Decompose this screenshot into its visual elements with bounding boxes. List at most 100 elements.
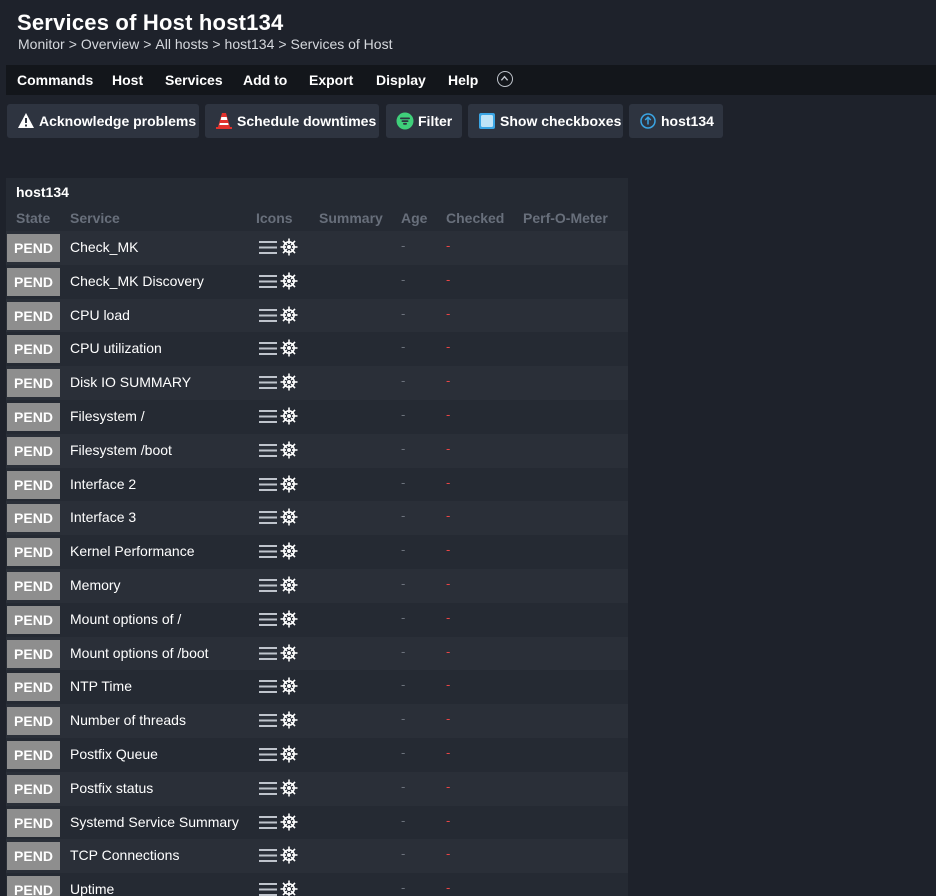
helm-wheel-icon[interactable] — [280, 711, 298, 734]
service-name-link[interactable]: Mount options of /boot — [70, 645, 209, 661]
breadcrumb-all-hosts[interactable]: All hosts — [155, 36, 208, 52]
state-badge[interactable]: PEND — [7, 470, 60, 499]
action-menu-icon[interactable] — [259, 375, 277, 395]
action-menu-icon[interactable] — [259, 477, 277, 497]
filter-button[interactable]: Filter — [386, 104, 462, 138]
table-row[interactable]: PEND Check_MK Discovery - - — [6, 265, 628, 299]
service-name-link[interactable]: Filesystem / — [70, 408, 145, 424]
table-row[interactable]: PEND Mount options of /boot - - — [6, 636, 628, 671]
service-name-link[interactable]: Kernel Performance — [70, 543, 195, 559]
service-name-link[interactable]: Memory — [70, 577, 121, 593]
state-badge[interactable]: PEND — [7, 808, 60, 837]
state-badge[interactable]: PEND — [7, 842, 60, 871]
table-row[interactable]: PEND Mount options of / - - — [6, 603, 628, 637]
helm-wheel-icon[interactable] — [280, 441, 298, 464]
action-menu-icon[interactable] — [259, 409, 277, 429]
column-age[interactable]: Age — [401, 210, 427, 226]
service-name-link[interactable]: Disk IO SUMMARY — [70, 374, 191, 390]
action-menu-icon[interactable] — [259, 612, 277, 632]
table-row[interactable]: PEND CPU load - - — [6, 298, 628, 333]
service-name-link[interactable]: Postfix status — [70, 780, 153, 796]
breadcrumb-monitor[interactable]: Monitor — [18, 36, 65, 52]
helm-wheel-icon[interactable] — [280, 644, 298, 667]
helm-wheel-icon[interactable] — [280, 475, 298, 498]
breadcrumb-host[interactable]: host134 — [225, 36, 275, 52]
service-name-link[interactable]: Postfix Queue — [70, 746, 158, 762]
service-name-link[interactable]: Number of threads — [70, 712, 186, 728]
acknowledge-problems-button[interactable]: Acknowledge problems — [7, 104, 199, 138]
table-row[interactable]: PEND Postfix status - - — [6, 771, 628, 806]
helm-wheel-icon[interactable] — [280, 610, 298, 633]
service-name-link[interactable]: Systemd Service Summary — [70, 814, 239, 830]
helm-wheel-icon[interactable] — [280, 407, 298, 430]
action-menu-icon[interactable] — [259, 747, 277, 767]
show-checkboxes-button[interactable]: Show checkboxes — [468, 104, 623, 138]
action-menu-icon[interactable] — [259, 544, 277, 564]
service-name-link[interactable]: Mount options of / — [70, 611, 181, 627]
action-menu-icon[interactable] — [259, 848, 277, 868]
service-name-link[interactable]: CPU utilization — [70, 340, 162, 356]
helm-wheel-icon[interactable] — [280, 339, 298, 362]
table-row[interactable]: PEND Memory - - — [6, 568, 628, 603]
helm-wheel-icon[interactable] — [280, 779, 298, 802]
helm-wheel-icon[interactable] — [280, 846, 298, 869]
helm-wheel-icon[interactable] — [280, 745, 298, 768]
action-menu-icon[interactable] — [259, 679, 277, 699]
action-menu-icon[interactable] — [259, 882, 277, 896]
state-badge[interactable]: PEND — [7, 740, 60, 769]
action-menu-icon[interactable] — [259, 341, 277, 361]
service-name-link[interactable]: CPU load — [70, 307, 130, 323]
table-row[interactable]: PEND NTP Time - - — [6, 670, 628, 704]
service-name-link[interactable]: TCP Connections — [70, 847, 179, 863]
helm-wheel-icon[interactable] — [280, 542, 298, 565]
helm-wheel-icon[interactable] — [280, 880, 298, 896]
table-row[interactable]: PEND Filesystem / - - — [6, 400, 628, 434]
menu-services[interactable]: Services — [165, 72, 223, 88]
service-name-link[interactable]: Interface 2 — [70, 476, 136, 492]
action-menu-icon[interactable] — [259, 510, 277, 530]
helm-wheel-icon[interactable] — [280, 677, 298, 700]
state-badge[interactable]: PEND — [7, 538, 60, 567]
menu-commands[interactable]: Commands — [17, 72, 93, 88]
host-button[interactable]: host134 — [629, 104, 723, 138]
column-service[interactable]: Service — [70, 210, 120, 226]
table-row[interactable]: PEND Disk IO SUMMARY - - — [6, 366, 628, 400]
state-badge[interactable]: PEND — [7, 369, 60, 398]
action-menu-icon[interactable] — [259, 274, 277, 294]
helm-wheel-icon[interactable] — [280, 576, 298, 599]
action-menu-icon[interactable] — [259, 781, 277, 801]
service-name-link[interactable]: Filesystem /boot — [70, 442, 172, 458]
table-row[interactable]: PEND Check_MK - - — [6, 231, 628, 265]
action-menu-icon[interactable] — [259, 240, 277, 260]
service-name-link[interactable]: NTP Time — [70, 678, 132, 694]
menu-help[interactable]: Help — [448, 72, 478, 88]
table-row[interactable]: PEND Filesystem /boot - - — [6, 433, 628, 468]
table-row[interactable]: PEND Systemd Service Summary - - — [6, 806, 628, 840]
table-row[interactable]: PEND Interface 2 - - — [6, 468, 628, 502]
menu-host[interactable]: Host — [112, 72, 143, 88]
service-name-link[interactable]: Uptime — [70, 881, 114, 896]
chevron-up-circle-icon[interactable] — [497, 71, 513, 87]
service-name-link[interactable]: Interface 3 — [70, 509, 136, 525]
action-menu-icon[interactable] — [259, 443, 277, 463]
state-badge[interactable]: PEND — [7, 876, 60, 896]
state-badge[interactable]: PEND — [7, 504, 60, 533]
menu-display[interactable]: Display — [376, 72, 426, 88]
helm-wheel-icon[interactable] — [280, 238, 298, 261]
column-perf-o-meter[interactable]: Perf-O-Meter — [523, 210, 608, 226]
state-badge[interactable]: PEND — [7, 402, 60, 431]
breadcrumb-overview[interactable]: Overview — [81, 36, 139, 52]
column-state[interactable]: State — [16, 210, 50, 226]
state-badge[interactable]: PEND — [7, 234, 60, 262]
helm-wheel-icon[interactable] — [280, 306, 298, 329]
table-row[interactable]: PEND CPU utilization - - — [6, 332, 628, 366]
action-menu-icon[interactable] — [259, 815, 277, 835]
action-menu-icon[interactable] — [259, 308, 277, 328]
state-badge[interactable]: PEND — [7, 267, 60, 296]
state-badge[interactable]: PEND — [7, 774, 60, 803]
table-row[interactable]: PEND Interface 3 - - — [6, 501, 628, 536]
state-badge[interactable]: PEND — [7, 335, 60, 364]
action-menu-icon[interactable] — [259, 646, 277, 666]
service-name-link[interactable]: Check_MK Discovery — [70, 273, 204, 289]
table-row[interactable]: PEND Number of threads - - — [6, 704, 628, 738]
